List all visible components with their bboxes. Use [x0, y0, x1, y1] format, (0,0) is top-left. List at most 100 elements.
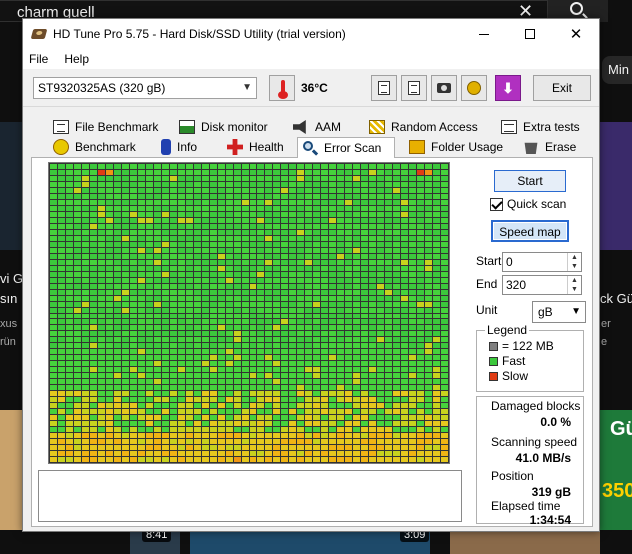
scan-block [209, 397, 217, 403]
close-button[interactable]: ✕ [553, 19, 599, 49]
scan-block [273, 223, 281, 229]
scan-block [57, 343, 65, 349]
video-title[interactable]: sın [0, 291, 17, 306]
spinner-arrows-icon[interactable]: ▲ ▼ [567, 276, 581, 294]
scan-block [129, 187, 137, 193]
scan-block [281, 187, 289, 193]
video-thumbnail[interactable] [600, 122, 632, 250]
scan-block [81, 337, 89, 343]
unit-select[interactable]: gB ▼ [532, 301, 586, 323]
menu-help[interactable]: Help [64, 52, 89, 66]
end-field-label: End [476, 277, 498, 291]
scan-block [209, 457, 217, 462]
start-position-input[interactable]: 0 ▲ ▼ [502, 252, 582, 272]
maximize-button[interactable] [507, 19, 553, 49]
scan-block [409, 205, 417, 211]
tab-benchmark[interactable]: Benchmark [49, 137, 136, 157]
copy-info-button[interactable] [371, 75, 397, 101]
video-thumbnail[interactable] [0, 122, 22, 250]
scan-block [369, 319, 377, 325]
drive-select[interactable]: ST9320325AS (320 gB) ▼ [33, 77, 257, 99]
scan-block [145, 289, 153, 295]
scan-block [217, 403, 225, 409]
start-button[interactable]: Start [494, 170, 566, 192]
tab-file-benchmark[interactable]: File Benchmark [49, 117, 158, 137]
channel-name[interactable]: er [601, 318, 611, 330]
scan-block [169, 164, 177, 169]
save-button[interactable]: ⬇ [495, 75, 521, 101]
scan-block [281, 355, 289, 361]
scan-block [73, 319, 81, 325]
minimize-button[interactable] [461, 19, 507, 49]
tab-folder-usage[interactable]: Folder Usage [405, 137, 503, 157]
scan-block [377, 235, 385, 241]
scan-block [425, 367, 433, 373]
scan-block [105, 355, 113, 361]
tab-aam[interactable]: AAM [289, 117, 341, 137]
scan-block [97, 181, 105, 187]
scan-block [273, 235, 281, 241]
end-position-input[interactable]: 320 ▲ ▼ [502, 275, 582, 295]
tab-erase[interactable]: Erase [519, 137, 576, 157]
scan-block [425, 421, 433, 427]
video-thumbnail[interactable] [0, 410, 22, 530]
scan-block [185, 271, 193, 277]
exit-button[interactable]: Exit [533, 75, 591, 101]
tab-info[interactable]: Info [157, 137, 197, 157]
speed-map-button[interactable]: Speed map [491, 220, 569, 242]
scan-block [289, 373, 297, 379]
tab-health[interactable]: Health [223, 137, 284, 157]
scan-block [409, 187, 417, 193]
scan-block [249, 343, 257, 349]
quick-scan-checkbox[interactable]: Quick scan [490, 197, 566, 211]
video-title[interactable]: ck Gü [600, 291, 632, 306]
tab-disk-monitor[interactable]: Disk monitor [175, 117, 268, 137]
tab-error-scan[interactable]: Error Scan [297, 137, 395, 158]
scan-block [50, 439, 57, 445]
scan-block [89, 427, 97, 433]
scan-block [97, 379, 105, 385]
scan-block [337, 439, 345, 445]
spinner-arrows-icon[interactable]: ▲ ▼ [567, 253, 581, 271]
scan-block [129, 445, 137, 451]
scan-block [193, 187, 201, 193]
scan-block [201, 217, 209, 223]
filter-chip[interactable]: Min [602, 56, 632, 84]
video-title[interactable]: vi G [0, 271, 23, 286]
title-bar[interactable]: HD Tune Pro 5.75 - Hard Disk/SSD Utility… [23, 19, 599, 49]
screenshot-button[interactable] [431, 75, 457, 101]
scan-block [377, 319, 385, 325]
scan-log-box[interactable] [38, 470, 462, 522]
scan-block [297, 205, 305, 211]
scan-block [361, 433, 369, 439]
scan-block [97, 319, 105, 325]
temperature-readout: 36°C [301, 81, 328, 95]
scan-block [361, 379, 369, 385]
scan-block [441, 283, 448, 289]
scan-block [89, 307, 97, 313]
scan-block [225, 349, 233, 355]
scan-block [193, 217, 201, 223]
scan-block [257, 265, 265, 271]
scan-block [65, 229, 73, 235]
scan-block [273, 343, 281, 349]
scan-block [241, 355, 249, 361]
scan-block [233, 181, 241, 187]
options-button[interactable] [461, 75, 487, 101]
channel-name[interactable]: xus [0, 318, 17, 330]
scan-block [353, 289, 361, 295]
scan-block [313, 235, 321, 241]
scan-block [97, 367, 105, 373]
tab-random-access[interactable]: Random Access [365, 117, 478, 137]
scan-block [401, 331, 409, 337]
copy-all-button[interactable] [401, 75, 427, 101]
tab-extra-tests[interactable]: Extra tests [497, 117, 580, 137]
menu-file[interactable]: File [29, 52, 48, 66]
scan-block [145, 325, 153, 331]
scan-block [361, 187, 369, 193]
scan-block [161, 235, 169, 241]
scan-block [185, 373, 193, 379]
video-thumbnail[interactable]: Gü 350 [600, 410, 632, 530]
scan-block [433, 427, 441, 433]
scan-block [177, 337, 185, 343]
